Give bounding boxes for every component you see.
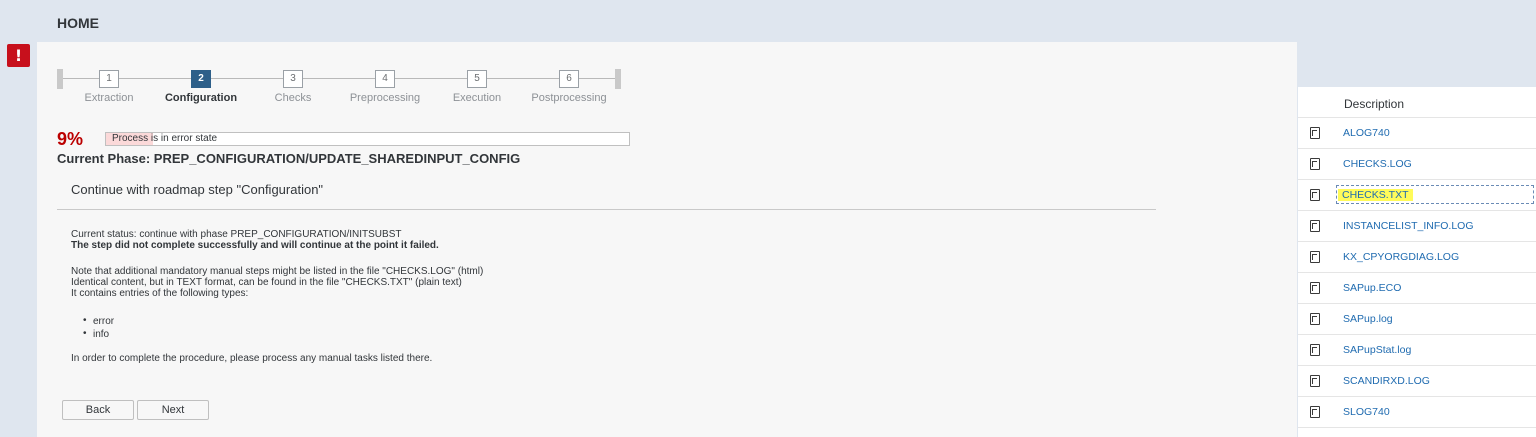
roadmap-step-checks[interactable]: 3 Checks — [243, 70, 343, 104]
progress-percent: 9% — [57, 129, 84, 149]
roadmap-step-configuration[interactable]: 2 Configuration — [151, 70, 251, 104]
table-row[interactable]: ALOG740 — [1298, 118, 1536, 149]
file-link[interactable]: SAPup.ECO — [1343, 282, 1401, 294]
file-link[interactable]: CHECKS.LOG — [1343, 158, 1412, 170]
home-title: HOME — [57, 15, 99, 31]
list-item: info — [83, 328, 109, 340]
file-icon — [1310, 313, 1320, 325]
file-icon — [1310, 282, 1320, 294]
divider — [57, 209, 1156, 210]
table-row[interactable]: KX_CPYORGDIAG.LOG — [1298, 242, 1536, 273]
file-link[interactable]: KX_CPYORGDIAG.LOG — [1343, 251, 1459, 263]
file-link[interactable]: SAPup.log — [1343, 313, 1393, 325]
table-row[interactable]: CHECKS.TXT — [1298, 180, 1536, 211]
file-link[interactable]: CHECKS.TXT — [1338, 189, 1413, 201]
failed-text: The step did not complete successfully a… — [71, 240, 439, 251]
log-file-panel: Description ALOG740 CHECKS.LOG CHECKS.TX… — [1298, 87, 1536, 437]
table-row[interactable]: INSTANCELIST_INFO.LOG — [1298, 211, 1536, 242]
file-icon — [1310, 406, 1320, 418]
step-label: Configuration — [164, 92, 238, 104]
file-icon — [1310, 158, 1320, 170]
step-label: Postprocessing — [531, 92, 607, 104]
roadmap-step-title: Continue with roadmap step "Configuratio… — [71, 182, 324, 197]
file-link[interactable]: INSTANCELIST_INFO.LOG — [1343, 220, 1474, 232]
step-number: 1 — [99, 70, 119, 88]
file-icon — [1310, 344, 1320, 356]
file-link[interactable]: SAPupStat.log — [1343, 344, 1411, 356]
table-row[interactable]: SLOG740 — [1298, 397, 1536, 428]
step-number: 3 — [283, 70, 303, 88]
table-row[interactable]: CHECKS.LOG — [1298, 149, 1536, 180]
progress-bar: Process is in error state — [105, 132, 630, 146]
next-button[interactable]: Next — [137, 400, 209, 420]
table-header: Description — [1298, 87, 1536, 118]
step-label: Extraction — [84, 92, 134, 104]
file-icon — [1310, 375, 1320, 387]
table-row[interactable]: SAPup.log — [1298, 304, 1536, 335]
note-line-2: Identical content, but in TEXT format, c… — [71, 277, 462, 288]
file-icon — [1310, 220, 1320, 232]
file-icon — [1310, 127, 1320, 139]
back-button[interactable]: Back — [62, 400, 134, 420]
file-icon — [1310, 251, 1320, 263]
shell-header: HOME — [0, 0, 1536, 42]
file-icon — [1310, 189, 1320, 201]
list-item: error — [83, 315, 114, 327]
step-number: 4 — [375, 70, 395, 88]
main-panel: 1 Extraction 2 Configuration 3 Checks 4 … — [37, 42, 1297, 437]
file-link[interactable]: SLOG740 — [1343, 406, 1390, 418]
note-line-1: Note that additional mandatory manual st… — [71, 266, 484, 277]
roadmap-step-extraction[interactable]: 1 Extraction — [59, 70, 159, 104]
current-status-text: Current status: continue with phase PREP… — [71, 229, 402, 240]
step-number: 6 — [559, 70, 579, 88]
progress-status-text: Process is in error state — [112, 133, 218, 144]
file-link[interactable]: ALOG740 — [1343, 127, 1390, 139]
step-label: Execution — [452, 92, 502, 104]
file-link[interactable]: SCANDIRXD.LOG — [1343, 375, 1430, 387]
step-number: 2 — [191, 70, 211, 88]
roadmap-step-postprocessing[interactable]: 6 Postprocessing — [519, 70, 619, 104]
error-icon[interactable]: ! — [7, 44, 30, 67]
step-label: Checks — [274, 92, 312, 104]
note-line-3: It contains entries of the following typ… — [71, 288, 249, 299]
roadmap-step-preprocessing[interactable]: 4 Preprocessing — [335, 70, 435, 104]
table-row[interactable]: SAPupStat.log — [1298, 335, 1536, 366]
roadmap-step-execution[interactable]: 5 Execution — [427, 70, 527, 104]
table-row[interactable]: SCANDIRXD.LOG — [1298, 366, 1536, 397]
step-label: Preprocessing — [349, 92, 421, 104]
current-phase: Current Phase: PREP_CONFIGURATION/UPDATE… — [57, 151, 521, 166]
table-row[interactable]: SAPup.ECO — [1298, 273, 1536, 304]
step-number: 5 — [467, 70, 487, 88]
description-column-header: Description — [1344, 97, 1405, 111]
instruction-text: In order to complete the procedure, plea… — [71, 353, 433, 364]
